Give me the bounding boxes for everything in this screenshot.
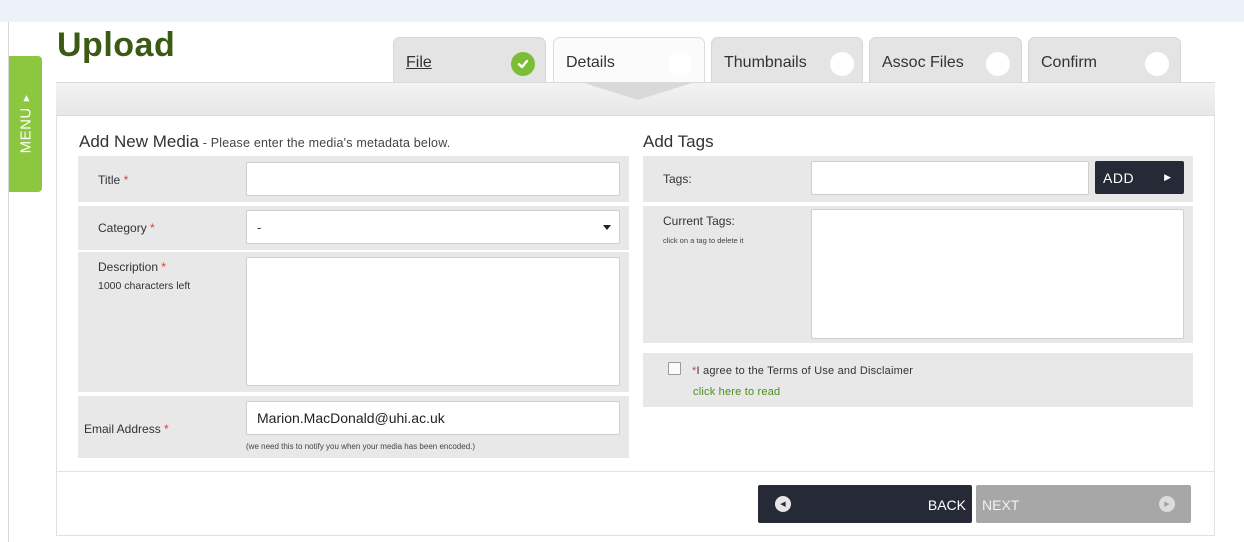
terms-checkbox[interactable]: [668, 362, 681, 375]
required-marker: *: [161, 260, 167, 274]
empty-circle-icon: [830, 52, 854, 76]
footer-divider: [56, 471, 1215, 472]
title-label: Title *: [98, 173, 129, 187]
description-textarea[interactable]: [246, 257, 620, 386]
tab-confirm[interactable]: Confirm: [1028, 37, 1181, 83]
media-subheading: - Please enter the media's metadata belo…: [199, 136, 451, 150]
next-button[interactable]: NEXT ▶: [976, 485, 1191, 523]
terms-row: *I agree to the Terms of Use and Disclai…: [643, 353, 1193, 407]
tab-thumbnails-label: Thumbnails: [724, 54, 807, 71]
arrow-right-circle-icon: ▶: [1159, 496, 1175, 512]
arrow-left-circle-icon: ◀: [775, 496, 791, 512]
tags-section-heading: Add Tags: [643, 132, 714, 151]
required-marker: *: [164, 422, 169, 436]
menu-arrow-icon: ▶: [21, 94, 30, 102]
add-button-label: ADD: [1103, 170, 1135, 186]
description-label: Description *: [98, 260, 167, 274]
description-char-counter: 1000 characters left: [98, 280, 191, 292]
terms-read-link[interactable]: click here to read: [693, 386, 780, 398]
add-tag-button[interactable]: ADD ▶: [1095, 161, 1184, 194]
email-label: Email Address *: [84, 422, 169, 436]
triangle-right-icon: ▶: [1164, 172, 1171, 182]
menu-toggle-button[interactable]: MENU ▶: [9, 56, 42, 192]
media-section-heading: Add New Media - Please enter the media's…: [79, 132, 450, 152]
chevron-down-icon: [603, 225, 611, 230]
tags-label: Tags:: [663, 172, 692, 186]
current-tags-label: Current Tags:: [663, 214, 735, 228]
tab-assoc-files[interactable]: Assoc Files: [869, 37, 1022, 83]
empty-circle-icon: [668, 52, 692, 76]
tab-details[interactable]: Details: [553, 37, 705, 83]
tags-input[interactable]: [811, 161, 1089, 195]
tab-confirm-label: Confirm: [1041, 54, 1098, 71]
back-button-label: BACK: [927, 497, 966, 513]
category-label: Category *: [98, 221, 155, 235]
current-tags-box[interactable]: [811, 209, 1184, 339]
email-hint: (we need this to notify you when your me…: [246, 442, 476, 451]
tab-file-label[interactable]: File: [406, 54, 432, 72]
menu-label: MENU: [17, 107, 34, 154]
empty-circle-icon: [1145, 52, 1169, 76]
page-title: Upload: [57, 26, 176, 64]
tab-assoc-files-label: Assoc Files: [882, 54, 964, 71]
tab-details-label: Details: [566, 54, 615, 71]
media-heading-text: Add New Media: [79, 132, 200, 151]
back-button[interactable]: ◀ BACK: [758, 485, 972, 523]
empty-circle-icon: [986, 52, 1010, 76]
tab-thumbnails[interactable]: Thumbnails: [711, 37, 863, 83]
current-tags-hint: click on a tag to delete it: [663, 236, 744, 245]
next-button-label: NEXT: [982, 497, 1020, 513]
required-marker: *: [150, 221, 155, 235]
category-select[interactable]: -: [246, 210, 620, 244]
active-tab-pointer: [584, 83, 692, 100]
category-selected-value: -: [257, 220, 262, 235]
top-band: [0, 0, 1244, 22]
tab-file[interactable]: File: [393, 37, 546, 83]
check-circle-icon: [511, 52, 535, 76]
required-marker: *: [123, 173, 129, 187]
terms-label: *I agree to the Terms of Use and Disclai…: [692, 365, 914, 377]
email-input[interactable]: [246, 401, 620, 435]
title-input[interactable]: [246, 162, 620, 196]
